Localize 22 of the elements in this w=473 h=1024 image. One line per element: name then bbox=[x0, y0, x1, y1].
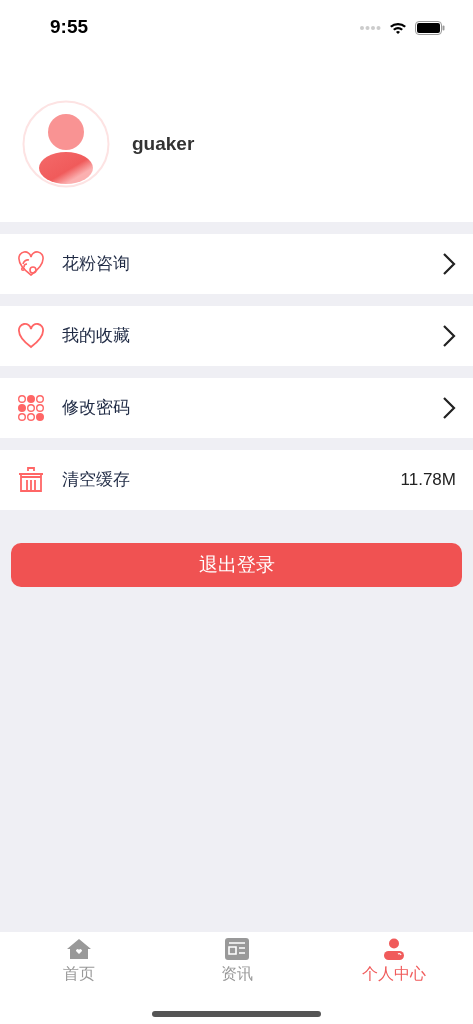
username: guaker bbox=[132, 131, 195, 156]
signal-icon bbox=[359, 24, 381, 31]
menu-item[interactable]: 修改密码 bbox=[0, 378, 473, 438]
menu-label: 花粉咨询 bbox=[62, 253, 131, 276]
menu-label: 我的收藏 bbox=[62, 325, 131, 348]
person-icon bbox=[383, 938, 406, 960]
home-icon bbox=[65, 938, 92, 960]
menu-item[interactable]: 我的收藏 bbox=[0, 306, 473, 366]
cache-size: 11.78M bbox=[400, 469, 456, 492]
battery-icon bbox=[415, 20, 445, 35]
avatar-icon bbox=[22, 100, 110, 188]
news-icon bbox=[224, 938, 249, 960]
keypad-icon bbox=[17, 394, 45, 422]
basket-icon bbox=[17, 466, 45, 494]
wifi-icon bbox=[389, 20, 407, 35]
menu-label: 修改密码 bbox=[62, 397, 131, 420]
heart-stethoscope-icon bbox=[17, 250, 45, 278]
menu-label: 清空缓存 bbox=[62, 469, 131, 492]
heart-icon bbox=[17, 323, 45, 349]
menu-item[interactable]: 花粉咨询 bbox=[0, 234, 473, 294]
menu-item[interactable]: 清空缓存 11.78M bbox=[0, 450, 473, 510]
status-time: 9:55 bbox=[50, 15, 89, 40]
